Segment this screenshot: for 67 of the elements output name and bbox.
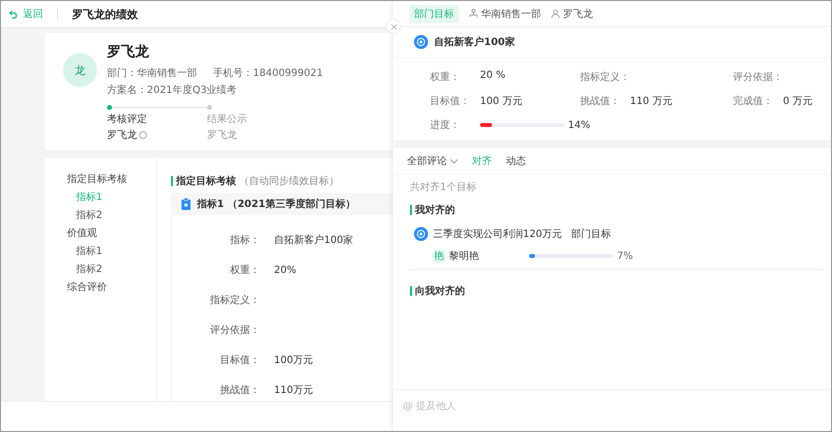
field-label: 挑战值： <box>219 384 260 397</box>
department-text: 华南销售一部 <box>481 8 541 20</box>
summary-text: 共对齐1个目标 <box>410 180 478 195</box>
section-note: （自动同步绩效目标） <box>239 174 339 188</box>
nav-item[interactable]: 指标2 <box>67 208 156 222</box>
goal-tag: 部门目标 <box>409 4 459 22</box>
section-title: 向我对齐的 <box>415 284 465 298</box>
info-text: 手机号：18400999021 <box>213 66 323 80</box>
field-label: 目标值： <box>430 94 471 108</box>
field-value: 20 % <box>480 70 506 83</box>
field-label: 指标定义： <box>209 294 260 307</box>
field-label: 评分依据： <box>733 71 783 84</box>
person-name: 罗飞龙 <box>107 43 150 61</box>
tab[interactable]: 动态 <box>506 154 526 168</box>
nav-item[interactable]: 综合评价 <box>67 280 156 294</box>
page-title: 罗飞龙的绩效 <box>72 6 138 22</box>
person-name: 黎明艳 <box>449 250 479 263</box>
field-value: 100万元 <box>273 354 314 367</box>
nav-item[interactable]: 指标2 <box>67 262 156 276</box>
step-person: 罗飞龙 <box>207 128 237 142</box>
field-label: 挑战值： <box>580 94 621 108</box>
nav-item[interactable]: 价值观 <box>67 226 156 240</box>
progress-reading: 14% <box>568 120 590 130</box>
field-value: 110 万元 <box>630 95 672 108</box>
field-label: 进度： <box>430 118 461 132</box>
field-label: 指标定义： <box>580 70 630 84</box>
avatar: 龙 <box>63 53 97 87</box>
tab[interactable]: 全部评论 <box>407 154 458 168</box>
accent-bar <box>171 176 173 186</box>
accent-bar <box>410 205 412 215</box>
info-text: 部门：华南销售一部 <box>107 66 197 80</box>
field-value: 20% <box>273 264 296 276</box>
field-label: 评分依据： <box>209 324 260 337</box>
field-label: 权重： <box>430 70 461 84</box>
section-title: 我对齐的 <box>415 203 455 217</box>
indicator-title: 指标1 （2021第三季度部门目标） <box>197 197 356 211</box>
chevron-icon <box>450 158 458 164</box>
field-value: 0 万元 <box>783 95 813 108</box>
progress-reading: 7% <box>617 250 633 262</box>
field-value: 110万元 <box>273 384 314 397</box>
field-label: 权重： <box>229 264 260 277</box>
close-icon <box>390 24 396 30</box>
step-title: 结果公示 <box>207 112 248 126</box>
step-person: 罗飞龙 <box>107 128 137 142</box>
back-icon <box>9 9 19 19</box>
goal-title: 自拓新客户100家 <box>434 35 515 49</box>
section-title: 指定目标考核 <box>176 174 236 188</box>
org-icon <box>469 9 478 18</box>
field-label: 完成值： <box>733 94 774 108</box>
step-title: 考核评定 <box>107 112 148 126</box>
nav-item[interactable]: 指标1 <box>67 244 156 258</box>
field-value: 100 万元 <box>480 95 522 108</box>
clipboard-icon <box>181 198 191 210</box>
nav-item[interactable]: 指定目标考核 <box>67 172 156 186</box>
owner-text: 罗飞龙 <box>563 8 593 20</box>
accent-bar <box>410 286 412 296</box>
target-icon <box>414 227 428 241</box>
goal-tag: 部门目标 <box>571 227 612 241</box>
user-icon <box>551 9 560 18</box>
field-value: 自拓新客户100家 <box>273 234 354 247</box>
avatar: 艳 <box>432 249 446 263</box>
target-icon <box>414 35 428 49</box>
field-label: 指标： <box>229 234 260 247</box>
info-text: 方案名：2021年度Q3业绩考 <box>107 84 237 97</box>
field-label: 目标值： <box>219 354 260 367</box>
goal-title: 三季度实现公司利润120万元 <box>433 228 562 241</box>
clock-icon <box>139 131 147 139</box>
